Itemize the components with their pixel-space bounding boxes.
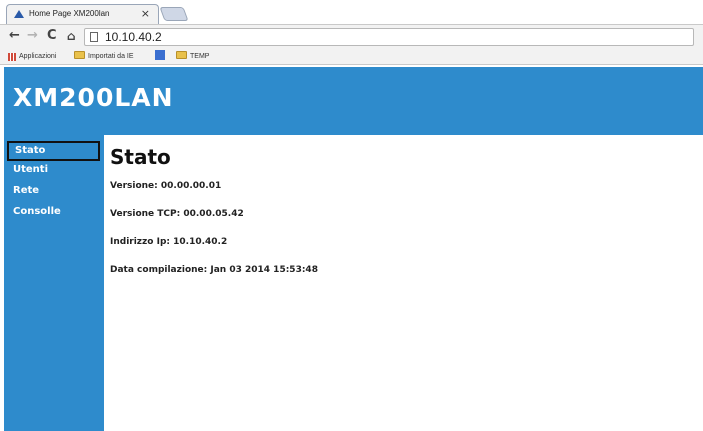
bookmark-label: Importati da IE bbox=[88, 53, 134, 60]
sidebar-item-utenti[interactable]: Utenti bbox=[7, 162, 100, 182]
blue-square-icon bbox=[155, 50, 165, 60]
info-version: Versione: 00.00.00.01 bbox=[110, 181, 222, 191]
bookmark-blue[interactable] bbox=[155, 50, 169, 63]
forward-arrow-icon[interactable]: → bbox=[27, 28, 38, 44]
bookmark-label: Applicazioni bbox=[19, 53, 57, 60]
home-icon[interactable]: ⌂ bbox=[67, 28, 76, 44]
info-tcp-version: Versione TCP: 00.00.05.42 bbox=[110, 209, 244, 219]
site-header: XM200LAN bbox=[4, 67, 703, 135]
sidebar: Stato Utenti Rete Consolle bbox=[4, 135, 104, 431]
bookmark-ie-folder[interactable]: Importati da IE bbox=[74, 50, 134, 63]
page-icon bbox=[90, 32, 98, 42]
apps-grid-icon bbox=[8, 53, 16, 61]
bookmark-apps[interactable]: Applicazioni bbox=[6, 50, 56, 63]
sidebar-item-consolle[interactable]: Consolle bbox=[7, 204, 100, 224]
browser-toolbar: ← → C ⌂ 10.10.40.2 bbox=[0, 24, 703, 48]
bookmark-temp-folder[interactable]: TEMP bbox=[176, 50, 209, 63]
folder-icon bbox=[176, 51, 187, 59]
main-content: Stato Versione: 00.00.00.01 Versione TCP… bbox=[104, 135, 703, 431]
new-tab-button[interactable] bbox=[159, 7, 189, 21]
folder-icon bbox=[74, 51, 85, 59]
sidebar-item-stato[interactable]: Stato bbox=[7, 141, 100, 161]
url-text[interactable]: 10.10.40.2 bbox=[105, 30, 162, 44]
info-build-date: Data compilazione: Jan 03 2014 15:53:48 bbox=[110, 265, 318, 275]
close-icon[interactable]: × bbox=[141, 7, 150, 20]
info-ip-address: Indirizzo Ip: 10.10.40.2 bbox=[110, 237, 228, 247]
sidebar-item-rete[interactable]: Rete bbox=[7, 183, 100, 203]
page-title: Stato bbox=[110, 145, 171, 169]
triangle-icon bbox=[14, 10, 24, 18]
bookmark-label: TEMP bbox=[190, 53, 210, 60]
reload-icon[interactable]: C bbox=[47, 28, 57, 44]
back-arrow-icon[interactable]: ← bbox=[9, 28, 20, 44]
address-bar[interactable]: 10.10.40.2 bbox=[84, 28, 694, 46]
browser-tab[interactable]: Home Page XM200lan × bbox=[6, 4, 159, 24]
tab-title: Home Page XM200lan bbox=[29, 9, 110, 18]
tab-strip: Home Page XM200lan × bbox=[0, 0, 703, 24]
site-title: XM200LAN bbox=[13, 83, 174, 112]
bookmarks-bar: Applicazioni Importati da IE TEMP bbox=[0, 48, 703, 65]
